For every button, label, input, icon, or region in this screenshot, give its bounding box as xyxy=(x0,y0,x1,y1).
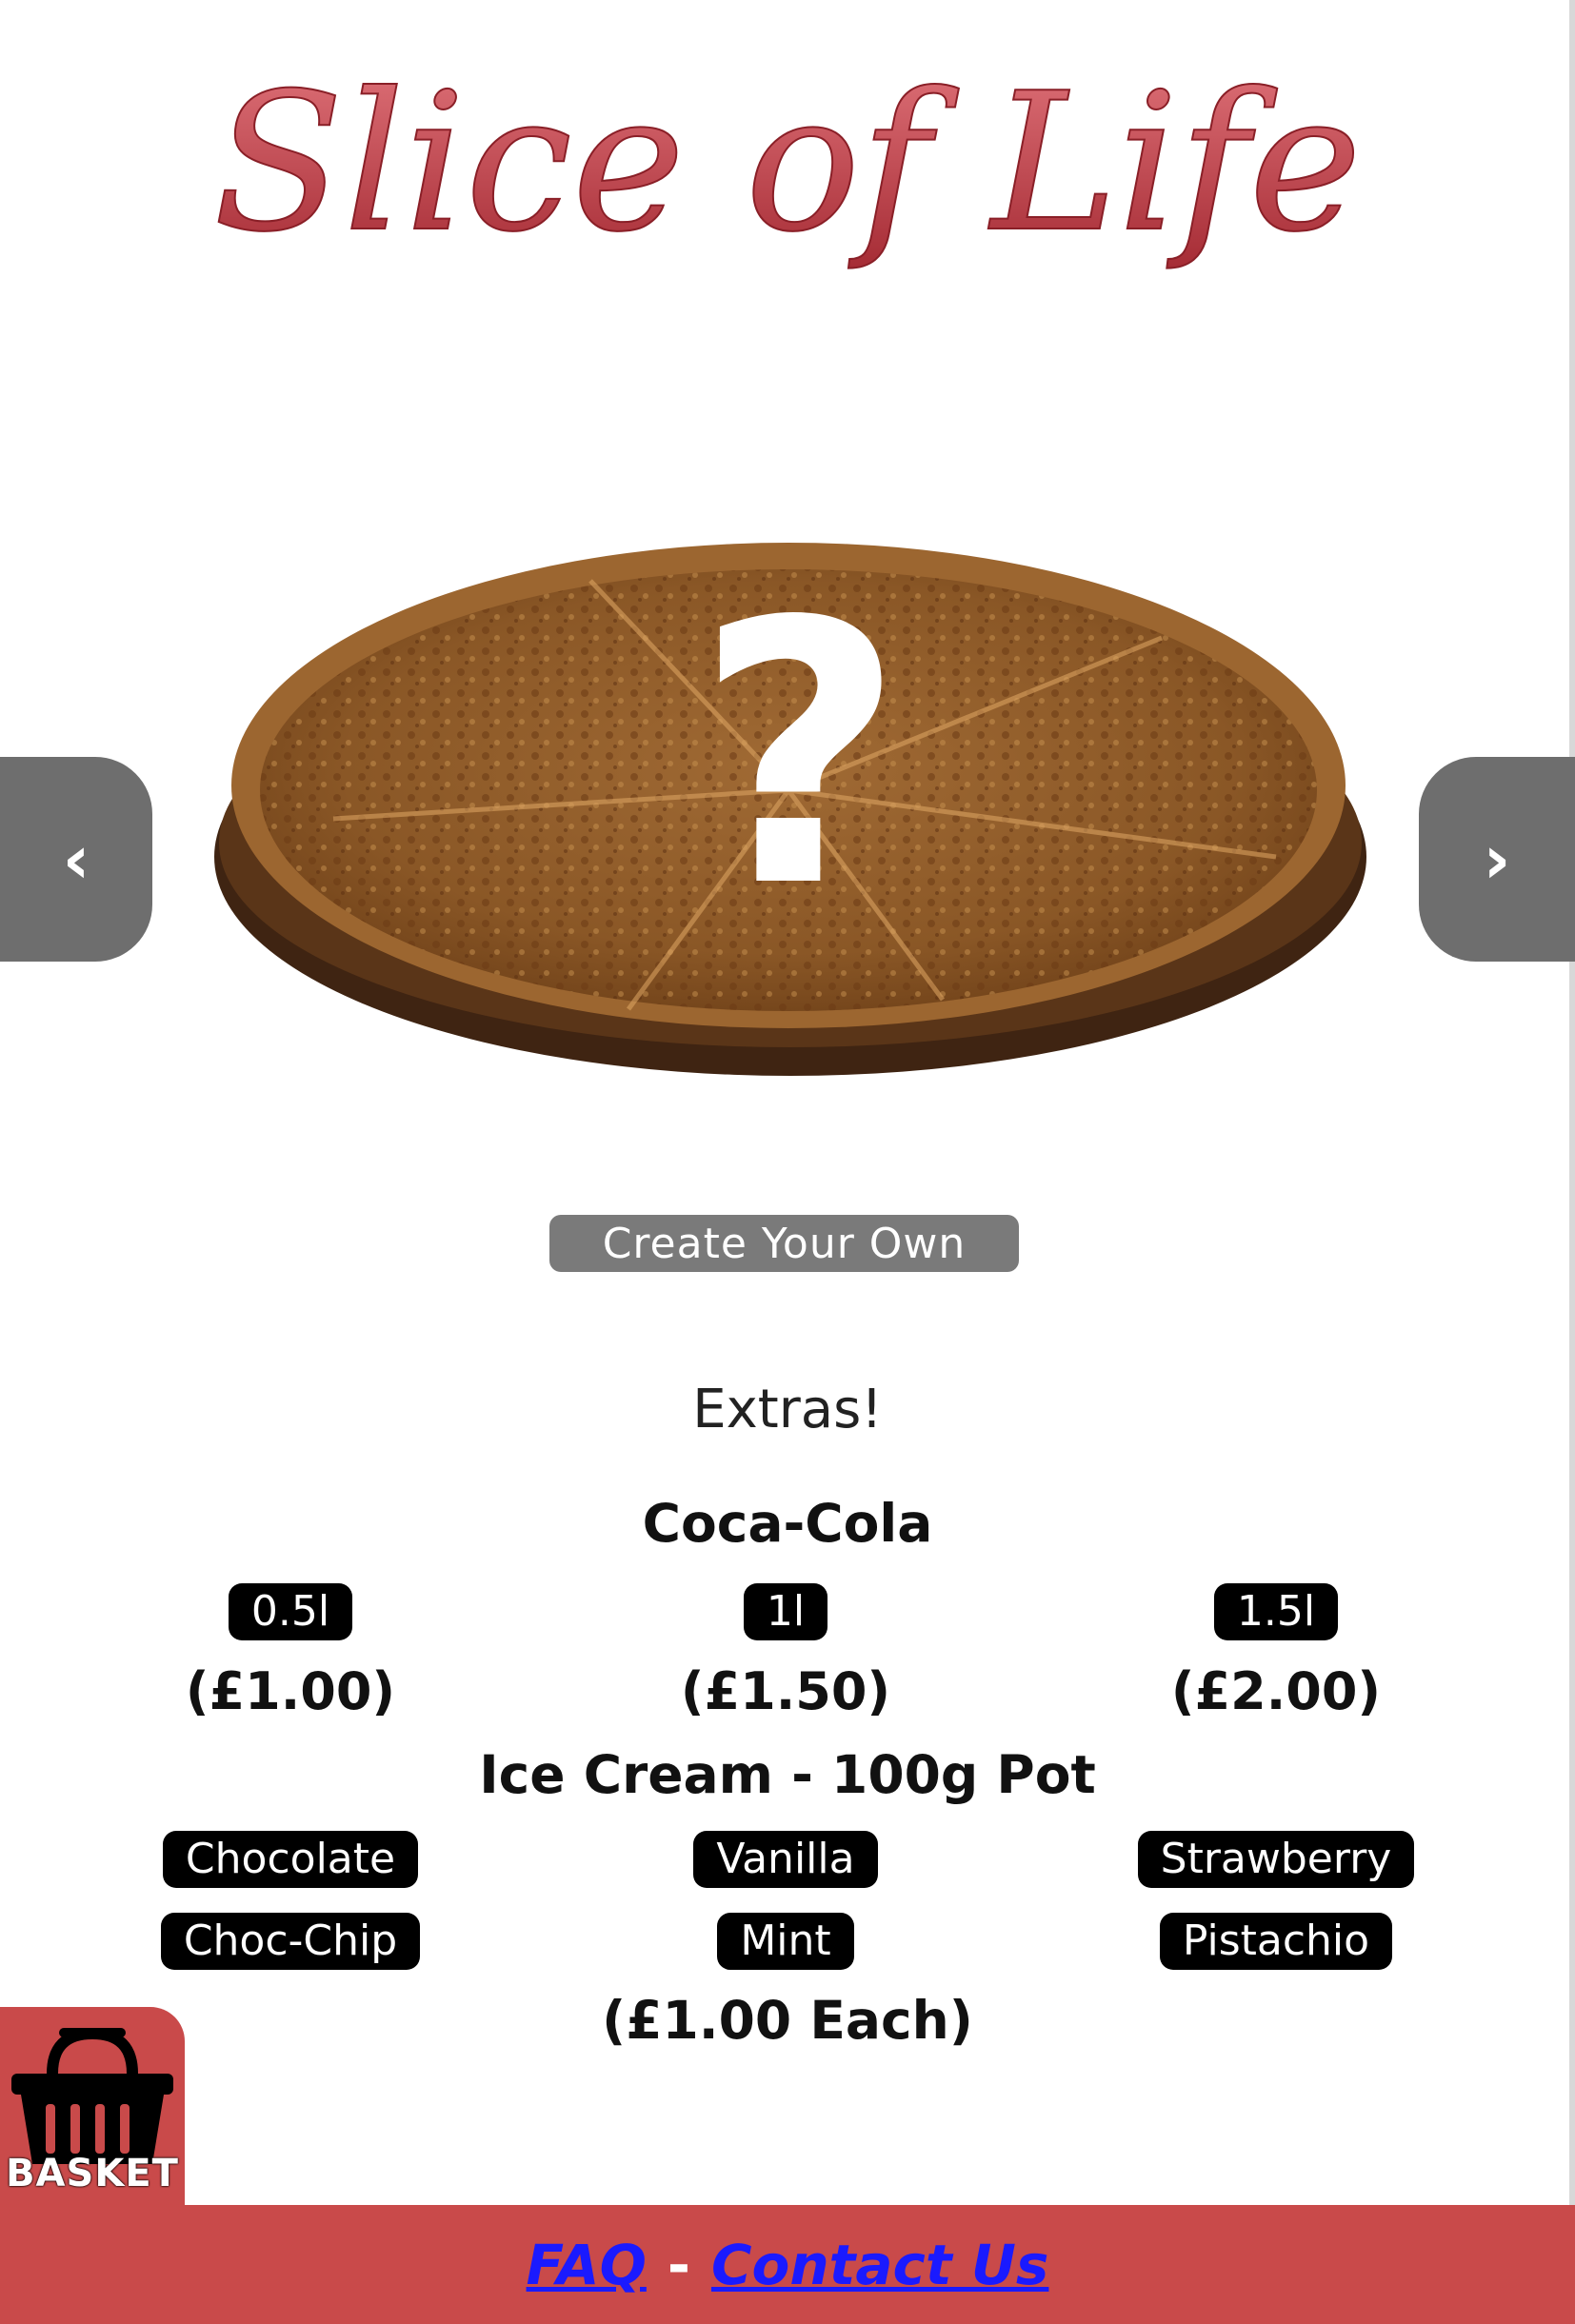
ice-cream-heading: Ice Cream - 100g Pot xyxy=(479,1744,1096,1805)
chevron-left-icon: ‹ xyxy=(62,820,90,899)
cola-price-0-5l: (£1.00) xyxy=(185,1661,396,1721)
coca-cola-heading: Coca-Cola xyxy=(642,1493,933,1554)
question-mark-icon: ? xyxy=(695,545,905,966)
pizza-image: ? xyxy=(214,543,1366,1076)
cola-size-0-5l[interactable]: 0.5l xyxy=(228,1583,353,1640)
create-your-own-button[interactable]: Create Your Own xyxy=(549,1215,1019,1272)
flavour-vanilla[interactable]: Vanilla xyxy=(693,1831,878,1888)
chevron-right-icon: › xyxy=(1483,820,1511,899)
cola-size-1l[interactable]: 1l xyxy=(743,1583,828,1640)
carousel-prev-button[interactable]: ‹ xyxy=(0,757,152,962)
flavour-strawberry[interactable]: Strawberry xyxy=(1137,1831,1415,1888)
flavour-chocolate[interactable]: Chocolate xyxy=(162,1831,419,1888)
flavour-pistachio[interactable]: Pistachio xyxy=(1159,1913,1393,1970)
extras-heading: Extras! xyxy=(692,1379,883,1440)
faq-link[interactable]: FAQ xyxy=(527,2233,647,2297)
carousel-next-button[interactable]: › xyxy=(1419,757,1575,962)
site-logo[interactable]: Slice of Life xyxy=(0,38,1575,314)
cola-size-1-5l[interactable]: 1.5l xyxy=(1213,1583,1339,1640)
cola-price-1-5l: (£2.00) xyxy=(1170,1661,1382,1721)
ice-cream-price: (£1.00 Each) xyxy=(602,1990,973,2051)
page-edge xyxy=(1569,0,1575,2324)
logo-text: Slice of Life xyxy=(213,52,1362,274)
cola-price-1l: (£1.50) xyxy=(680,1661,891,1721)
basket-button[interactable]: BASKET xyxy=(0,2007,185,2209)
footer: FAQ - Contact Us xyxy=(0,2205,1575,2324)
flavour-choc-chip[interactable]: Choc-Chip xyxy=(160,1913,421,1970)
flavour-mint[interactable]: Mint xyxy=(717,1913,854,1970)
footer-separator: - xyxy=(667,2232,690,2297)
contact-us-link[interactable]: Contact Us xyxy=(711,2233,1049,2297)
basket-label: BASKET xyxy=(6,2152,179,2195)
